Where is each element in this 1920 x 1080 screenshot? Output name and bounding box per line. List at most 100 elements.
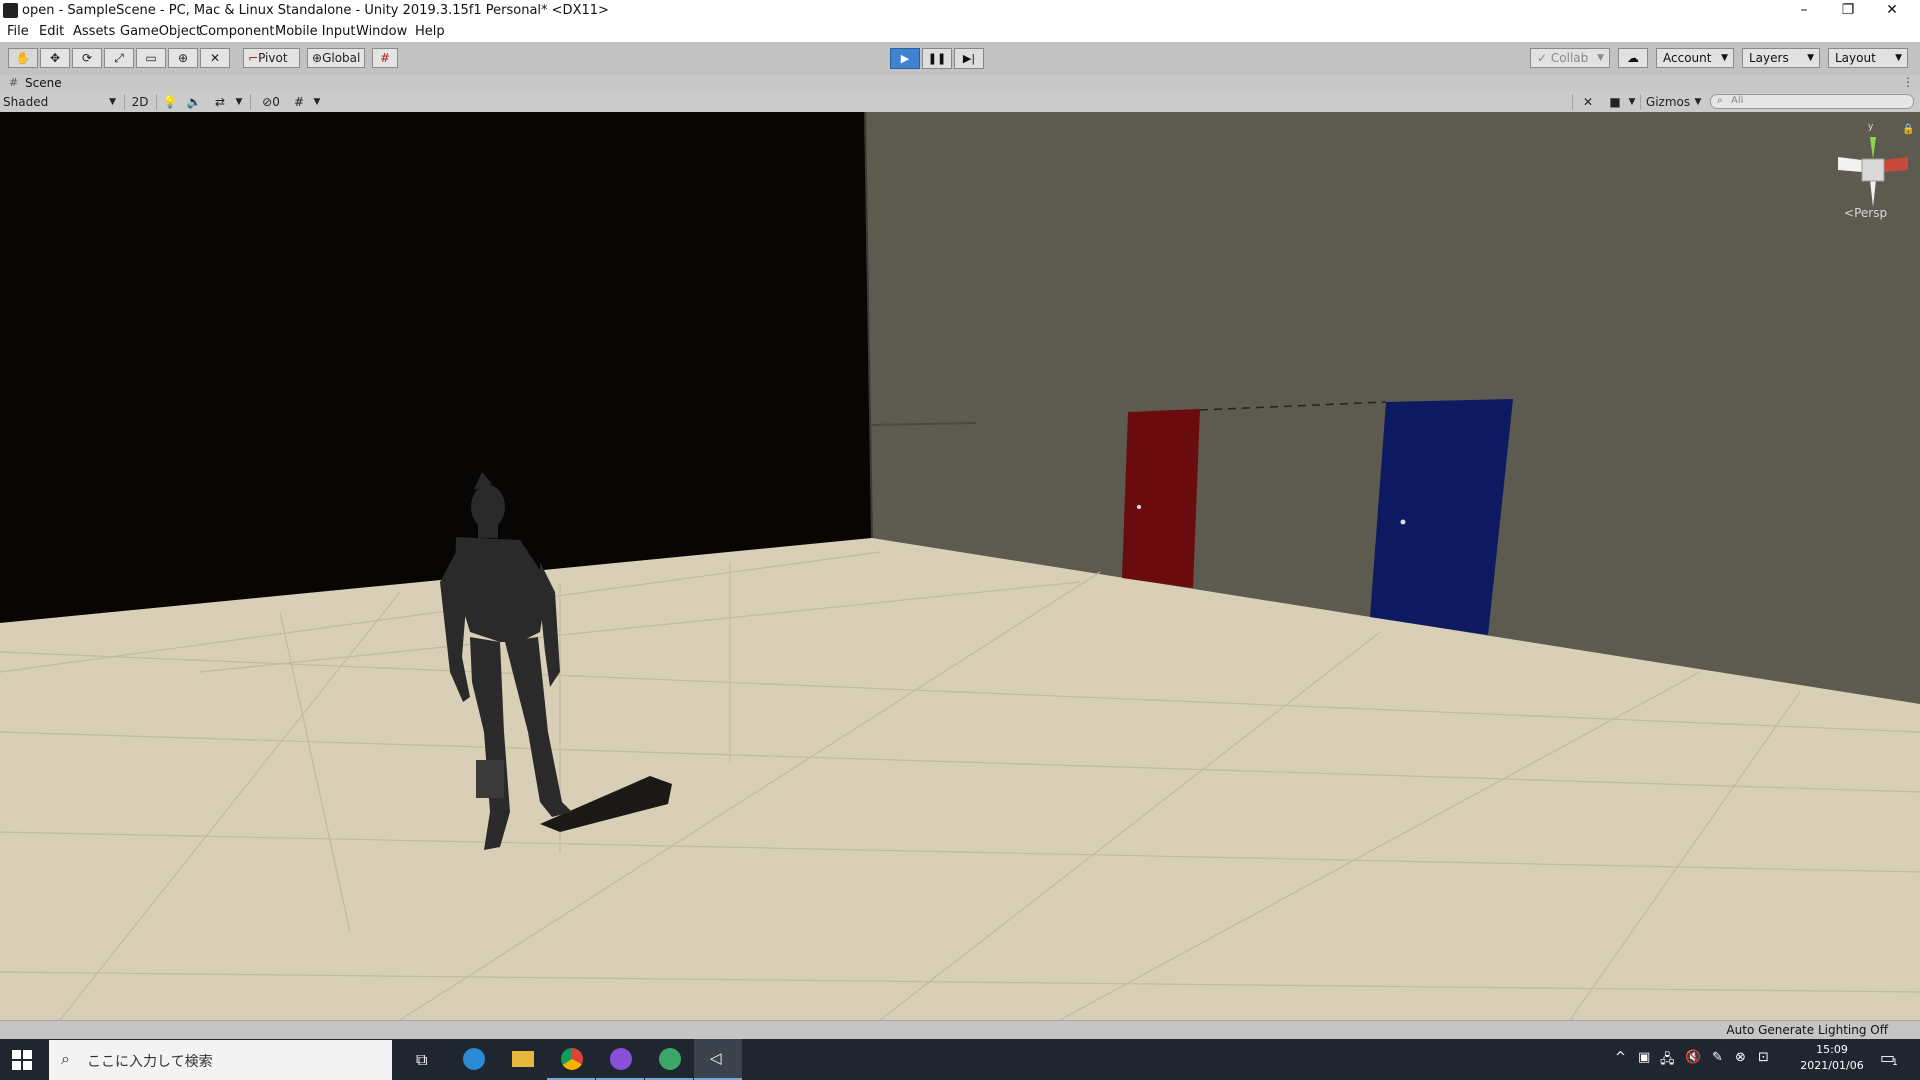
menu-file[interactable]: File <box>7 24 29 39</box>
window-title: open - SampleScene - PC, Mac & Linux Sta… <box>22 3 609 18</box>
menu-component[interactable]: Component <box>199 24 274 39</box>
scene-grid-icon: # <box>9 76 19 89</box>
rotate-tool-icon[interactable]: ⟳ <box>72 48 102 68</box>
collab-dropdown[interactable]: ✓ Collab ▼ <box>1530 48 1610 68</box>
play-button[interactable]: ▶ <box>890 48 920 69</box>
tab-scene[interactable]: Scene <box>25 76 62 90</box>
check-icon: ✓ <box>1537 51 1548 65</box>
pivot-icon: ⌐ <box>248 51 259 65</box>
projection-label: Persp <box>1854 206 1888 220</box>
lighting-icon[interactable]: 💡 <box>160 93 180 111</box>
scene-search-placeholder: All <box>1731 95 1744 106</box>
layout-dropdown[interactable]: Layout ▼ <box>1828 48 1908 68</box>
chevron-down-icon[interactable]: ▼ <box>1693 93 1703 111</box>
task-view-icon[interactable]: ⧉ <box>400 1039 448 1080</box>
menu-help[interactable]: Help <box>415 24 445 39</box>
chevron-down-icon: ▼ <box>1597 53 1604 63</box>
menu-mobile-input[interactable]: Mobile Input <box>275 24 355 39</box>
custom-tool-icon[interactable]: ✕ <box>200 48 230 68</box>
pivot-toggle[interactable]: ⌐Pivot <box>243 48 300 68</box>
rect-tool-icon[interactable]: ▭ <box>136 48 166 68</box>
clock-time: 15:09 <box>1816 1043 1848 1056</box>
edge-browser-icon[interactable] <box>449 1039 497 1080</box>
collab-label: Collab <box>1550 51 1589 65</box>
divider <box>1572 94 1573 110</box>
divider <box>1640 94 1641 110</box>
layers-label: Layers <box>1749 51 1789 65</box>
chrome-icon[interactable] <box>547 1039 595 1080</box>
toggle-2d-button[interactable]: 2D <box>128 93 152 111</box>
menu-gameobject[interactable]: GameObject <box>120 24 201 39</box>
taskbar-search-box[interactable]: ⌕ ここに入力して検索 <box>49 1040 392 1080</box>
taskbar-clock[interactable]: 15:09 2021/01/06 <box>1790 1042 1874 1074</box>
hand-tool-icon[interactable]: ✋ <box>8 48 38 68</box>
title-bar: open - SampleScene - PC, Mac & Linux Sta… <box>0 0 1920 22</box>
global-toggle[interactable]: ⊕Global <box>307 48 365 68</box>
visual-studio-icon[interactable] <box>596 1039 644 1080</box>
chevron-down-icon[interactable]: ▼ <box>1627 93 1637 111</box>
network-icon[interactable]: 🖧 <box>1660 1050 1675 1072</box>
status-x-icon[interactable]: ⊗ <box>1735 1050 1746 1065</box>
projection-toggle[interactable]: <Persp <box>1844 206 1887 220</box>
shading-mode-label: Shaded <box>3 95 49 109</box>
audio-icon[interactable]: 🔈 <box>184 93 204 111</box>
chevron-down-icon[interactable]: ▼ <box>312 93 322 111</box>
chevron-up-icon[interactable]: ^ <box>1615 1050 1626 1065</box>
grid-icon[interactable]: # <box>290 93 308 111</box>
ime-icon[interactable]: ⊡ <box>1758 1050 1769 1065</box>
maximize-button[interactable]: ❐ <box>1826 0 1870 22</box>
menu-window[interactable]: Window <box>356 24 407 39</box>
pen-icon[interactable]: ✎ <box>1712 1050 1723 1065</box>
menu-assets[interactable]: Assets <box>73 24 115 39</box>
move-tool-icon[interactable]: ✥ <box>40 48 70 68</box>
volume-muted-icon[interactable]: 🔇 <box>1685 1050 1701 1065</box>
taskbar-search-placeholder: ここに入力して検索 <box>87 1054 213 1070</box>
cloud-button[interactable]: ☁ <box>1618 48 1648 68</box>
clock-date: 2021/01/06 <box>1800 1059 1864 1072</box>
layout-label: Layout <box>1835 51 1876 65</box>
chevron-down-icon[interactable]: ▼ <box>234 93 244 111</box>
menu-edit[interactable]: Edit <box>39 24 64 39</box>
step-button[interactable]: ▶| <box>954 48 984 69</box>
gizmos-button[interactable]: Gizmos <box>1644 93 1692 111</box>
hidden-count: 0 <box>272 95 280 109</box>
shading-mode-dropdown[interactable]: Shaded ▼ <box>3 93 119 111</box>
unity-taskbar-icon[interactable]: ◁ <box>694 1039 742 1080</box>
step-icon: ▶| <box>962 52 976 65</box>
notification-count: 1 <box>1892 1058 1898 1068</box>
camera-icon[interactable]: ■ <box>1604 93 1626 111</box>
globe-icon: ⊕ <box>312 51 323 65</box>
red-door[interactable] <box>1122 409 1200 588</box>
menu-bar: File Edit Assets GameObject Component Mo… <box>0 22 1920 42</box>
lighting-status-text: Auto Generate Lighting Off <box>1726 1023 1888 1037</box>
chevron-down-icon: ▼ <box>109 97 116 107</box>
transform-tool-icon[interactable]: ⊕ <box>168 48 198 68</box>
chevron-down-icon: ▼ <box>1721 53 1728 63</box>
scene-viewport[interactable]: y 🔒 <Persp <box>0 112 1920 1020</box>
hidden-objects-toggle[interactable]: ⊘0 <box>256 93 286 111</box>
layers-dropdown[interactable]: Layers ▼ <box>1742 48 1820 68</box>
minimize-button[interactable]: – <box>1782 0 1826 22</box>
lock-icon[interactable]: 🔒 <box>1902 124 1914 135</box>
tools-icon[interactable]: ✕ <box>1578 93 1598 111</box>
file-explorer-icon[interactable] <box>498 1039 546 1080</box>
windows-start-icon[interactable] <box>12 1050 32 1070</box>
scene-render <box>0 112 1920 1020</box>
orientation-gizmo[interactable]: y 🔒 <box>1832 122 1914 212</box>
kebab-menu-icon[interactable]: ⋮ <box>1902 75 1914 89</box>
dark-void <box>0 112 872 623</box>
gizmo-y-label: y <box>1868 122 1874 132</box>
blue-door[interactable] <box>1370 399 1513 635</box>
meet-now-icon[interactable]: ▣ <box>1638 1050 1650 1065</box>
close-button[interactable]: ✕ <box>1870 0 1914 22</box>
grid-snap-icon[interactable]: # <box>372 48 398 68</box>
account-dropdown[interactable]: Account ▼ <box>1656 48 1734 68</box>
red-door-knob <box>1137 505 1141 509</box>
sourcetree-icon[interactable] <box>645 1039 693 1080</box>
pause-button[interactable]: ❚❚ <box>922 48 952 69</box>
effects-icon[interactable]: ⇄ <box>208 93 232 111</box>
notification-center-icon[interactable]: ▭ 1 <box>1880 1048 1904 1070</box>
scene-search-input[interactable]: ⌕ All <box>1710 94 1914 109</box>
blue-door-knob <box>1400 519 1406 525</box>
scale-tool-icon[interactable]: ⤢ <box>104 48 134 68</box>
